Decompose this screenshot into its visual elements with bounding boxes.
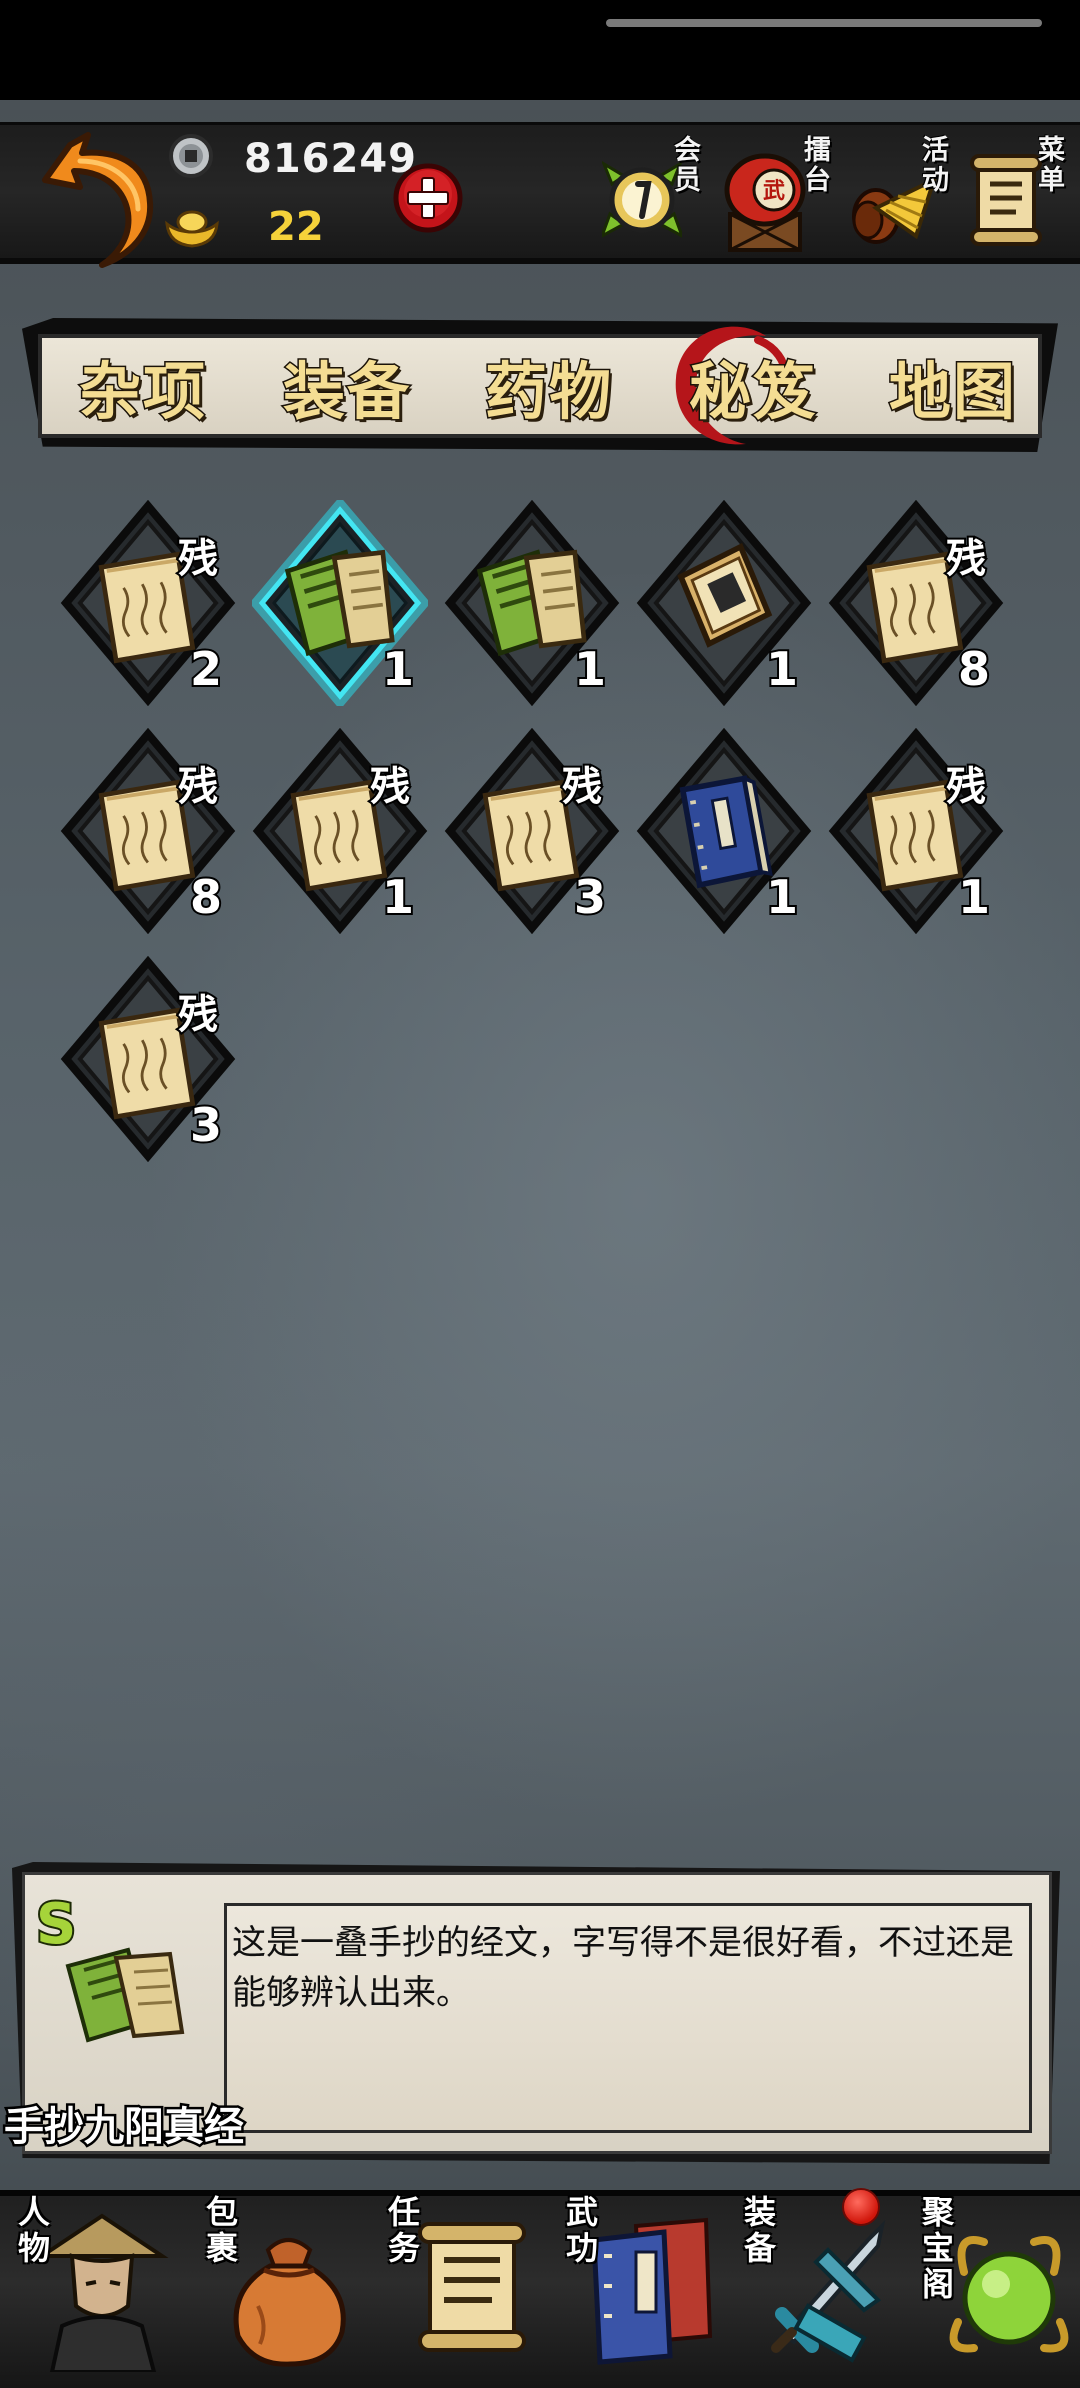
bottom-nav-label: 聚宝阁 [922, 2193, 955, 2303]
inventory-slot[interactable]: 1 [636, 500, 812, 706]
svg-text:武: 武 [763, 178, 785, 204]
item-name: 手抄九阳真经 [2, 2101, 247, 2153]
home-indicator [606, 19, 1042, 27]
tab-label: 杂项 [77, 354, 207, 430]
item-quantity: 1 [956, 868, 992, 926]
inventory-slot[interactable]: 残1 [828, 728, 1004, 934]
item-description: 这是一叠手抄的经文，字写得不是很好看，不过还是能够辨认出来。 [232, 1923, 1014, 2013]
inventory-slot[interactable]: 1 [636, 728, 812, 934]
inventory-slot[interactable]: 1 [444, 500, 620, 706]
top-nav-membership[interactable]: 会员 [600, 130, 710, 260]
bottom-nav-label: 包裹 [206, 2193, 239, 2267]
item-quantity: 1 [572, 640, 608, 698]
fragment-mark: 残 [176, 989, 220, 1040]
plus-icon [393, 163, 463, 233]
arena-drum-icon: 武 [724, 153, 806, 252]
back-button[interactable] [40, 105, 160, 270]
fragment-mark: 残 [176, 761, 220, 812]
inventory-slot[interactable]: 残3 [60, 956, 236, 1162]
bottom-nav-treasure-shop[interactable]: 聚宝阁 [916, 2190, 1080, 2380]
tab-equipment[interactable]: 装备 [262, 336, 432, 436]
top-nav-events[interactable]: 活动 [846, 130, 956, 260]
bottom-nav-martial-arts[interactable]: 武功 [560, 2190, 736, 2380]
bottom-nav-label: 武功 [566, 2193, 599, 2267]
bottom-nav-equipment[interactable]: 装备 [738, 2190, 914, 2380]
bottom-nav-character[interactable]: 人物 [12, 2190, 188, 2380]
inventory-slot[interactable]: 1 [252, 500, 428, 706]
tab-map[interactable]: 地图 [868, 336, 1038, 436]
item-quantity: 3 [188, 1096, 224, 1154]
tab-secret-manuals[interactable]: 秘笈 [668, 336, 838, 436]
tab-label: 秘笈 [687, 354, 817, 430]
notification-dot [842, 2188, 880, 2226]
fragment-mark: 残 [368, 761, 412, 812]
bottom-nav-quests[interactable]: 任务 [382, 2190, 558, 2380]
inventory-slot[interactable]: 残8 [828, 500, 1004, 706]
top-nav-arena[interactable]: 武 擂台 [718, 130, 838, 260]
item-quantity: 3 [572, 868, 608, 926]
recharge-button[interactable] [392, 160, 464, 236]
fragment-mark: 残 [944, 761, 988, 812]
gold-amount: 22 [268, 204, 324, 250]
inventory-slot[interactable]: 残3 [444, 728, 620, 934]
tab-medicine[interactable]: 药物 [464, 336, 634, 436]
green-manual-icon [65, 1947, 185, 2043]
item-quantity: 1 [764, 868, 800, 926]
top-nav-menu[interactable]: 菜单 [966, 130, 1076, 260]
treasure-shop-icon [949, 2236, 1069, 2353]
status-bar [0, 0, 1080, 100]
tab-misc[interactable]: 杂项 [58, 336, 228, 436]
tab-label: 装备 [281, 354, 411, 430]
item-quantity: 1 [380, 868, 416, 926]
inventory-slot[interactable]: 残2 [60, 500, 236, 706]
membership-medal-icon [602, 161, 682, 238]
top-nav-label: 活动 [922, 135, 949, 196]
bottom-nav-label: 装备 [744, 2193, 777, 2267]
bottom-nav-bag[interactable]: 包裹 [200, 2190, 376, 2380]
item-quantity: 8 [188, 868, 224, 926]
tab-label: 药物 [483, 354, 613, 430]
game-screen: 816249 22 会员 武 擂台 活动 菜单 杂项 装备 药物 秘笈 地图 残… [0, 0, 1080, 2388]
menu-scroll-icon [970, 154, 1042, 246]
gold-ingot-icon [165, 210, 219, 248]
top-nav-label: 菜单 [1038, 135, 1065, 196]
item-quantity: 1 [764, 640, 800, 698]
top-nav-label: 擂台 [804, 135, 831, 196]
bottom-nav-label: 任务 [388, 2193, 421, 2267]
equipment-sword-icon [771, 2219, 886, 2363]
top-nav-label: 会员 [674, 135, 701, 196]
quest-scroll-icon [418, 2222, 526, 2352]
back-arrow-icon [42, 132, 154, 268]
item-quantity: 8 [956, 640, 992, 698]
tab-label: 地图 [887, 354, 1017, 430]
inventory-slot[interactable]: 残8 [60, 728, 236, 934]
item-quantity: 2 [188, 640, 224, 698]
silver-coin-icon [169, 134, 213, 178]
fragment-mark: 残 [560, 761, 604, 812]
fragment-mark: 残 [944, 533, 988, 584]
bottom-nav-label: 人物 [18, 2193, 51, 2267]
item-quantity: 1 [380, 640, 416, 698]
fragment-mark: 残 [176, 533, 220, 584]
inventory-slot[interactable]: 残1 [252, 728, 428, 934]
